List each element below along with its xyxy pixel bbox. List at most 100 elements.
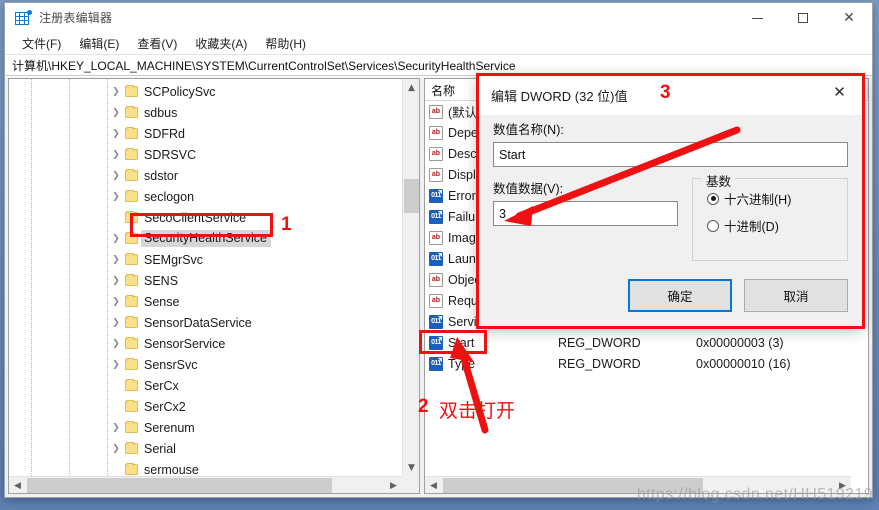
tree-item[interactable]: sermouse — [9, 459, 402, 476]
annotation-marker-3: 3 — [660, 82, 671, 103]
radio-decimal[interactable]: 十进制(D) — [707, 216, 847, 235]
tree-item[interactable]: ❯ Serenum — [9, 417, 402, 438]
tree-item[interactable]: SerCx2 — [9, 396, 402, 417]
chevron-right-icon[interactable]: ❯ — [109, 234, 123, 244]
tree-vertical-scrollbar[interactable]: ▲ ▼ — [402, 79, 419, 476]
folder-icon — [125, 85, 138, 97]
value-row[interactable]: 011 Start REG_DWORD 0x00000003 (3) — [425, 332, 868, 353]
dword-value-icon: 011 — [429, 188, 443, 203]
chevron-right-icon[interactable]: ❯ — [109, 108, 123, 118]
dialog-close-button[interactable]: ✕ — [817, 76, 862, 107]
tree-item[interactable]: ❯ SDFRd — [9, 123, 402, 144]
chevron-right-icon[interactable]: ❯ — [109, 276, 123, 286]
folder-icon — [125, 358, 138, 370]
tree-item[interactable]: ❯ SCPolicySvc — [9, 81, 402, 102]
dword-value-icon: 011 — [429, 209, 443, 224]
chevron-right-icon[interactable]: ❯ — [109, 360, 123, 370]
chevron-right-icon[interactable]: ❯ — [109, 255, 123, 265]
tree-item-label: SerCx2 — [144, 399, 186, 414]
value-name-label: 数值名称(N): — [493, 123, 564, 137]
dialog-body: 数值名称(N): Start 数值数据(V): 3 基数 十六进制(H) 十进制… — [479, 115, 862, 261]
tree-item-label: SDFRd — [144, 126, 185, 141]
dword-value-icon: 011 — [429, 314, 443, 329]
folder-icon — [125, 274, 138, 286]
tree-item[interactable]: ❯ sdstor — [9, 165, 402, 186]
radio-hexadecimal-label: 十六进制(H) — [724, 193, 792, 207]
tree-item-label: Serial — [144, 441, 176, 456]
chevron-right-icon[interactable]: ❯ — [109, 444, 123, 454]
tree-item-label: SEMgrSvc — [144, 252, 204, 267]
menu-file[interactable]: 文件(F) — [13, 34, 70, 53]
tree-item[interactable]: SecoClientService — [9, 207, 402, 228]
value-name-cell: 011 Start — [425, 335, 552, 350]
tree-item[interactable]: ❯ SecurityHealthService — [9, 228, 402, 249]
tree-item[interactable]: ❯ Sense — [9, 291, 402, 312]
tree-item[interactable]: ❯ SensorService — [9, 333, 402, 354]
watermark: https://blog.csdn.net/HH519219 — [636, 486, 873, 503]
chevron-right-icon[interactable]: ❯ — [109, 171, 123, 181]
registry-tree[interactable]: ❯ SCPolicySvc ❯ sdbus ❯ SDFRd ❯ SDRSVC ❯ sdstor ❯ s… — [9, 79, 402, 476]
scroll-down-icon[interactable]: ▼ — [403, 459, 419, 476]
chevron-right-icon[interactable]: ❯ — [109, 423, 123, 433]
minimize-icon — [751, 17, 763, 19]
maximize-button[interactable] — [780, 3, 826, 33]
dialog-buttons: 确定 取消 — [628, 279, 848, 312]
radio-hexadecimal[interactable]: 十六进制(H) — [707, 189, 847, 208]
tree-item[interactable]: ❯ seclogon — [9, 186, 402, 207]
menu-favorites[interactable]: 收藏夹(A) — [186, 34, 256, 53]
dword-value-icon: 011 — [429, 356, 443, 371]
menu-help[interactable]: 帮助(H) — [256, 34, 315, 53]
chevron-right-icon[interactable]: ❯ — [109, 87, 123, 97]
radio-decimal-icon — [707, 219, 719, 232]
tree-vscroll-thumb[interactable] — [404, 179, 419, 213]
menu-edit[interactable]: 编辑(E) — [70, 34, 128, 53]
close-button[interactable]: ✕ — [826, 3, 872, 33]
chevron-right-icon[interactable]: ❯ — [109, 150, 123, 160]
scroll-left-icon[interactable]: ◀ — [9, 477, 26, 493]
tree-item[interactable]: ❯ SensrSvc — [9, 354, 402, 375]
string-value-icon: ab — [429, 272, 443, 287]
tree-pane: ❯ SCPolicySvc ❯ sdbus ❯ SDFRd ❯ SDRSVC ❯ sdstor ❯ s… — [8, 78, 420, 494]
tree-item-label: sdstor — [144, 168, 179, 183]
tree-horizontal-scrollbar[interactable]: ◀ ▶ — [9, 476, 402, 493]
menu-view[interactable]: 查看(V) — [128, 34, 186, 53]
folder-icon — [125, 232, 138, 244]
chevron-right-icon[interactable]: ❯ — [109, 297, 123, 307]
scroll-right-icon[interactable]: ▶ — [385, 477, 402, 493]
scroll-up-icon[interactable]: ▲ — [403, 79, 419, 96]
address-bar[interactable]: 计算机\HKEY_LOCAL_MACHINE\SYSTEM\CurrentCon… — [5, 54, 872, 76]
minimize-button[interactable] — [734, 3, 780, 33]
folder-icon — [125, 169, 138, 181]
scroll-left-icon[interactable]: ◀ — [425, 477, 442, 493]
annotation-marker-2: 2 — [418, 396, 429, 417]
ok-button[interactable]: 确定 — [628, 279, 732, 312]
chevron-right-icon[interactable]: ❯ — [109, 339, 123, 349]
tree-item-label: SecoClientService — [144, 210, 247, 225]
chevron-right-icon[interactable]: ❯ — [109, 192, 123, 202]
cancel-button[interactable]: 取消 — [744, 279, 848, 312]
value-data-input[interactable]: 3 — [493, 201, 678, 226]
tree-item[interactable]: ❯ sdbus — [9, 102, 402, 123]
tree-item[interactable]: SerCx — [9, 375, 402, 396]
maximize-icon — [798, 13, 808, 23]
tree-item[interactable]: ❯ SEMgrSvc — [9, 249, 402, 270]
tree-hscroll-thumb[interactable] — [27, 478, 332, 493]
chevron-right-icon[interactable]: ❯ — [109, 318, 123, 328]
tree-item-label: SerCx — [144, 378, 179, 393]
radio-decimal-label: 十进制(D) — [724, 220, 779, 234]
title-bar: 注册表编辑器 ✕ — [5, 3, 872, 33]
dialog-row: 数值数据(V): 3 基数 十六进制(H) 十进制(D) — [493, 171, 848, 261]
tree-item[interactable]: ❯ Serial — [9, 438, 402, 459]
value-name-cell: 011 Type — [425, 356, 552, 371]
value-row[interactable]: 011 Type REG_DWORD 0x00000010 (16) — [425, 353, 868, 374]
base-group-label: 基数 — [702, 171, 736, 190]
tree-item-label: SENS — [144, 273, 179, 288]
chevron-right-icon[interactable]: ❯ — [109, 129, 123, 139]
tree-item[interactable]: ❯ SENS — [9, 270, 402, 291]
registry-editor-icon — [15, 9, 32, 26]
value-name-input[interactable]: Start — [493, 142, 848, 167]
tree-item[interactable]: ❯ SDRSVC — [9, 144, 402, 165]
tree-item[interactable]: ❯ SensorDataService — [9, 312, 402, 333]
window-controls: ✕ — [734, 3, 872, 33]
folder-icon — [125, 211, 138, 223]
